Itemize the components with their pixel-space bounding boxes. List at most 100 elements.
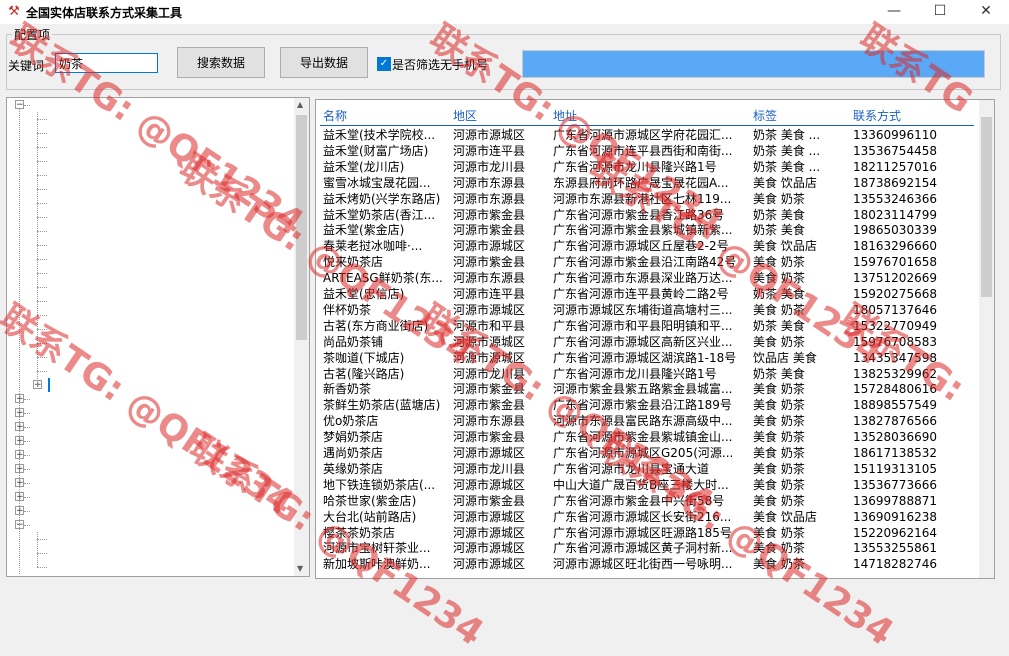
tree-connector xyxy=(37,539,47,540)
minimize-button[interactable]: — xyxy=(871,0,917,24)
table-row[interactable]: 益禾堂(紫金店) 河源市紫金县 广东省河源市紫金县紫城镇新紫... 奶茶 美食 1986… xyxy=(316,222,981,238)
table-cell: 13528036690 xyxy=(853,430,937,445)
table-row[interactable]: 益禾堂奶茶店(香江... 河源市紫金县 广东省河源市紫金县香江路36号 奶茶 美食 18… xyxy=(316,207,981,223)
results-table[interactable]: 名称 地区 地址 标签 联系方式 益禾堂(技术学院校... 河源市源城区 广东省河源… xyxy=(315,99,995,579)
table-cell: 美食 奶茶 xyxy=(753,398,805,413)
table-row[interactable]: 春莱老挝冰咖啡·... 河源市源城区 广东省河源市源城区丘屋巷2-2号 美食 饮品店 1… xyxy=(316,238,981,254)
table-row[interactable]: 茶咖道(下城店) 河源市源城区 广东省河源市源城区湖滨路1-18号 饮品店 美食 134… xyxy=(316,350,981,366)
table-row[interactable]: 古茗(隆兴路店) 河源市龙川县 广东省河源市龙川县隆兴路1号 奶茶 美食 1382532… xyxy=(316,366,981,382)
title-bar: ⚒ 全国实体店联系方式采集工具 — ☐ ✕ xyxy=(0,0,1009,24)
tree-expander-icon[interactable]: − xyxy=(15,100,24,110)
column-header-address[interactable]: 地址 xyxy=(553,107,577,124)
table-cell: 13751202669 xyxy=(853,271,937,286)
table-row[interactable]: 益禾烤奶(兴学东路店) 河源市东源县 河源市东源县新港社区七林119... 美食 奶茶… xyxy=(316,191,981,207)
table-cell: 13435347598 xyxy=(853,350,937,365)
table-cell: 广东省河源市和平县阳明镇和平... xyxy=(553,318,733,333)
table-cell: 奶茶 美食 xyxy=(753,223,805,238)
filter-label: 是否筛选无手机号 xyxy=(392,58,489,72)
table-row[interactable]: 伴杯奶茶 河源市源城区 河源市源城区东埔街道高塘村三... 美食 奶茶 18057137… xyxy=(316,302,981,318)
tree-connector xyxy=(19,109,20,574)
table-cell: 河源市龙川县 xyxy=(453,461,526,476)
table-cell: 广东省河源市紫金县中兴街58号 xyxy=(553,493,725,508)
table-cell: 河源市紫金县 xyxy=(453,398,526,413)
table-row[interactable]: 河源市宝树轩茶业... 河源市源城区 广东省河源市源城区黄子洞村新... 美食 奶茶 1… xyxy=(316,540,981,556)
tree-item-city-selected[interactable] xyxy=(48,378,50,392)
table-cell: 奶茶 美食 xyxy=(753,366,805,381)
table-row[interactable]: 地下铁连锁奶茶店(... 河源市源城区 中山大道广晟百货B座三楼大时... 美食 奶茶… xyxy=(316,477,981,493)
tree-connector xyxy=(24,525,30,526)
column-header-contact[interactable]: 联系方式 xyxy=(853,107,901,124)
table-cell: 广东省河源市紫金县香江路36号 xyxy=(553,207,725,222)
filter-checkbox[interactable]: ✓ xyxy=(377,57,391,71)
table-row[interactable]: 哈茶世家(紫金店) 河源市紫金县 广东省河源市紫金县中兴街58号 美食 奶茶 13699… xyxy=(316,493,981,509)
search-button[interactable]: 搜索数据 xyxy=(177,47,265,78)
table-cell: 广东省河源市源城区长安街216... xyxy=(553,509,732,524)
table-cell: 美食 奶茶 xyxy=(753,525,805,540)
table-row[interactable]: 新加坡斯咔澳鲜奶... 河源市源城区 河源市源城区旺北街西一号咏明... 美食 奶茶 1… xyxy=(316,556,981,572)
table-cell: 河源市源城区 xyxy=(453,557,526,572)
table-cell: 新加坡斯咔澳鲜奶... xyxy=(323,557,431,572)
maximize-button[interactable]: ☐ xyxy=(917,0,963,24)
table-cell: 美食 奶茶 xyxy=(753,461,805,476)
table-row[interactable]: 优o奶茶店 河源市东源县 河源市东源县富民路东源高级中... 美食 奶茶 1382787… xyxy=(316,413,981,429)
config-legend: 配置项 xyxy=(12,26,53,43)
table-row[interactable]: 英缘奶茶店 河源市龙川县 广东省河源市龙川县宝通大道 美食 奶茶 15119313105 xyxy=(316,461,981,477)
table-row[interactable]: 悦来奶茶店 河源市紫金县 广东省河源市紫金县沿江南路42号 美食 奶茶 15976701… xyxy=(316,254,981,270)
table-cell: 美食 奶茶 xyxy=(753,271,805,286)
column-header-tags[interactable]: 标签 xyxy=(753,107,777,124)
table-cell: 美食 饮品店 xyxy=(753,509,817,524)
table-cell: 益禾烤奶(兴学东路店) xyxy=(323,191,441,206)
tree-connector xyxy=(24,399,30,400)
table-cell: 古茗(隆兴路店) xyxy=(323,366,405,381)
table-row[interactable]: 茶鲜生奶茶店(蓝塘店) 河源市紫金县 广东省河源市紫金县沿江路189号 美食 奶茶 18… xyxy=(316,397,981,413)
tree-connector xyxy=(24,413,30,414)
scroll-up-icon[interactable]: ▲ xyxy=(297,100,303,109)
export-button[interactable]: 导出数据 xyxy=(280,47,368,78)
table-row[interactable]: 樱茶茶奶茶店 河源市源城区 广东省河源市源城区旺源路185号 美食 奶茶 1522096… xyxy=(316,525,981,541)
table-cell: 茶咖道(下城店) xyxy=(323,350,405,365)
table-cell: 广东省河源市紫金县沿江南路42号 xyxy=(553,255,737,270)
table-row[interactable]: ARTEASG鲜奶茶(东... 河源市东源县 广东省河源市东源县深业路万达... 美食… xyxy=(316,270,981,286)
close-button[interactable]: ✕ xyxy=(963,0,1009,24)
table-cell: 蜜雪冰城宝晟花园... xyxy=(323,175,431,190)
table-cell: 美食 奶茶 xyxy=(753,493,805,508)
table-cell: 河源市紫金县 xyxy=(453,493,526,508)
table-row[interactable]: 大台北(站前路店) 河源市源城区 广东省河源市源城区长安街216... 美食 饮品店 1… xyxy=(316,509,981,525)
tree-connector xyxy=(37,315,47,316)
table-row[interactable]: 新香奶茶 河源市紫金县 河源市紫金县紫五路紫金县城富... 美食 奶茶 15728480… xyxy=(316,381,981,397)
table-row[interactable]: 蜜雪冰城宝晟花园... 河源市东源县 东源县府前环路广晟宝晟花园A... 美食 饮品店… xyxy=(316,175,981,191)
table-row[interactable]: 尚品奶茶铺 河源市源城区 广东省河源市源城区高新区兴业... 美食 奶茶 1597670… xyxy=(316,334,981,350)
scroll-down-icon[interactable]: ▼ xyxy=(297,564,303,573)
table-row[interactable]: 古茗(东方商业街店) 河源市和平县 广东省河源市和平县阳明镇和平... 奶茶 美食 15… xyxy=(316,318,981,334)
table-cell: 广东省河源市紫金县紫城镇新紫... xyxy=(553,223,733,238)
table-cell: 美食 奶茶 xyxy=(753,557,805,572)
table-row[interactable]: 益禾堂(财富广场店) 河源市连平县 广东省河源市连平县西街和南街... 奶茶 美食 .… xyxy=(316,143,981,159)
table-cell: 18617138532 xyxy=(853,446,937,460)
table-scroll-thumb[interactable] xyxy=(981,117,992,297)
table-row[interactable]: 益禾堂(龙川店) 河源市龙川县 广东省河源市龙川县隆兴路1号 奶茶 美食 ... 182… xyxy=(316,159,981,175)
table-row[interactable]: 遇尚奶茶店 河源市源城区 广东省河源市源城区G205(河源... 美食 奶茶 18617… xyxy=(316,445,981,461)
table-cell: 奶茶 美食 xyxy=(753,207,805,222)
tree-connector xyxy=(37,371,47,372)
column-header-name[interactable]: 名称 xyxy=(323,107,347,124)
table-cell: ARTEASG鲜奶茶(东... xyxy=(323,271,443,286)
column-header-region[interactable]: 地区 xyxy=(453,107,477,124)
table-cell: 河源市东源县 xyxy=(453,414,526,429)
table-cell: 河源市紫金县 xyxy=(453,207,526,222)
keyword-input[interactable] xyxy=(55,53,158,73)
table-cell: 河源市东源县 xyxy=(453,191,526,206)
table-row[interactable]: 益禾堂(忠信店) 河源市连平县 广东省河源市连平县黄岭二路2号 奶茶 美食 159202… xyxy=(316,286,981,302)
table-row[interactable]: 益禾堂(技术学院校... 河源市源城区 广东省河源市源城区学府花园汇... 奶茶 美食… xyxy=(316,127,981,143)
keyword-label: 关键词 xyxy=(8,59,45,73)
table-cell: 13536754458 xyxy=(853,143,937,158)
table-cell: 河源市连平县 xyxy=(453,287,526,301)
tree-scroll-thumb[interactable] xyxy=(296,115,307,340)
table-row[interactable]: 梦娟奶茶店 河源市紫金县 广东省河源市紫金县紫城镇金山... 美食 奶茶 1352803… xyxy=(316,429,981,445)
table-cell: 河源市宝树轩茶业... xyxy=(323,541,431,556)
table-scrollbar[interactable] xyxy=(979,100,994,578)
table-cell: 益禾堂(龙川店) xyxy=(323,159,405,174)
table-cell: 益禾堂(紫金店) xyxy=(323,223,405,238)
tree-scrollbar[interactable]: ▲ ▼ xyxy=(294,98,309,576)
tree-connector xyxy=(37,133,47,134)
region-tree[interactable]: ▲ ▼ − + + + + + + + + + + − xyxy=(6,97,310,577)
